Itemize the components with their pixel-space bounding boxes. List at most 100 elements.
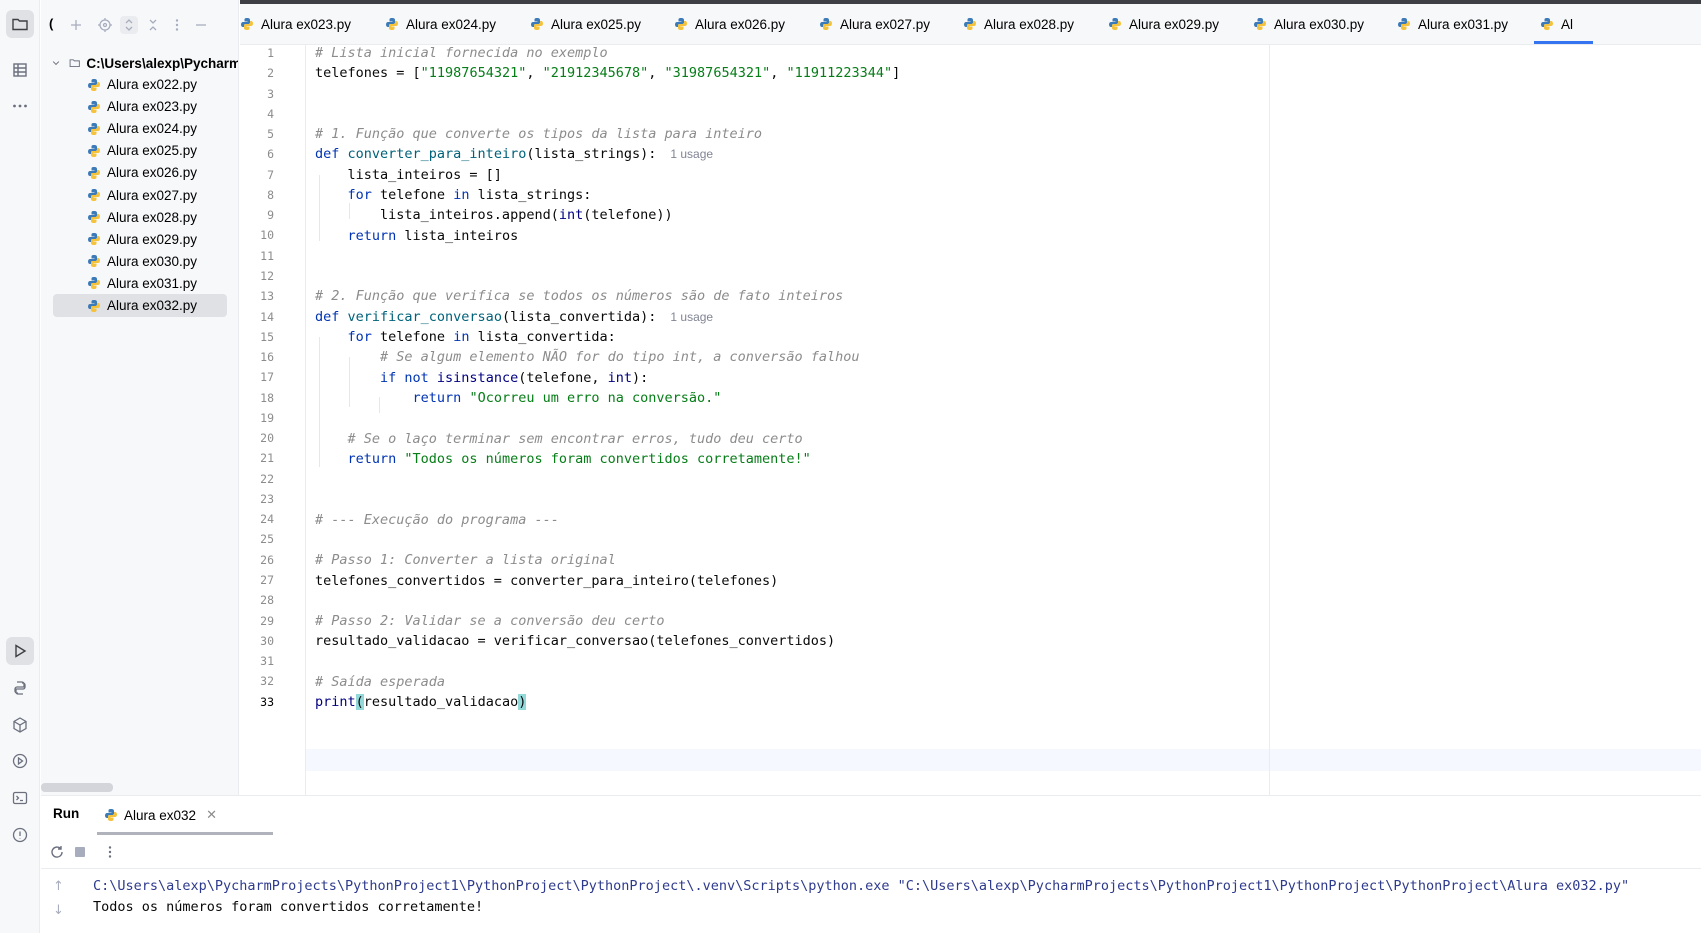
line-number: 30	[260, 633, 274, 648]
chevron-down-icon[interactable]	[51, 56, 61, 70]
line-number: 31	[260, 654, 274, 669]
code-line-29: # Passo 2: Validar se a conversão deu ce…	[315, 613, 665, 629]
editor-tab[interactable]: Alura ex026.py	[674, 4, 785, 44]
code-token: "11911223344"	[786, 65, 893, 81]
python-packages-icon[interactable]	[6, 711, 34, 739]
code-line-15: for telefone in lista_convertida:	[315, 326, 616, 348]
terminal-icon[interactable]	[6, 784, 34, 812]
line-number: 12	[260, 268, 274, 283]
usage-hint[interactable]: 1 usage	[670, 310, 713, 324]
code-token: print	[315, 694, 356, 710]
python-file-icon	[88, 255, 100, 268]
matched-bracket: (	[355, 694, 364, 710]
locate-icon[interactable]	[96, 16, 114, 34]
code-line-14: def verificar_conversao(lista_convertida…	[315, 306, 713, 328]
code-token: if not	[315, 370, 437, 386]
code-token: lista_inteiros.append(	[315, 207, 559, 223]
more-tools-icon[interactable]	[6, 92, 34, 120]
code-line-6: def converter_para_inteiro(lista_strings…	[315, 143, 713, 165]
editor-tab[interactable]: Alura ex029.py	[1108, 4, 1219, 44]
code-token: in	[453, 187, 478, 203]
project-file-item[interactable]: Alura ex025.py	[53, 139, 227, 162]
add-icon[interactable]	[67, 16, 85, 34]
code-token: telefones	[315, 65, 389, 81]
code-token: converter_para_inteiro	[347, 146, 527, 162]
project-file-item[interactable]: Alura ex029.py	[53, 228, 227, 251]
line-number: 5	[267, 127, 274, 142]
line-number: 26	[260, 552, 274, 567]
code-editor[interactable]: 1 2 3 4 5 6 7 8 9 10 11 12 13 14 15 16 17 18 19 20 21 22 23 24 2…	[240, 45, 1701, 795]
code-token: return	[315, 228, 405, 244]
run-tool-icon[interactable]	[6, 637, 34, 665]
code-token: def	[315, 309, 348, 325]
python-file-icon	[1398, 18, 1410, 30]
close-icon[interactable]: ✕	[206, 807, 217, 823]
line-number: 21	[260, 451, 274, 466]
editor-tab[interactable]: Alura ex023.py	[240, 4, 351, 44]
project-file-item[interactable]: Alura ex023.py	[53, 95, 227, 118]
editor-tab[interactable]: Alura ex027.py	[819, 4, 930, 44]
expand-collapse-icon[interactable]	[120, 16, 138, 34]
editor-tab-label: Alura ex030.py	[1274, 16, 1365, 32]
line-number: 28	[260, 593, 274, 608]
python-file-icon	[88, 100, 100, 113]
options-kebab-icon[interactable]	[168, 16, 186, 34]
project-file-item[interactable]: Alura ex028.py	[53, 206, 227, 229]
python-file-icon	[88, 144, 100, 157]
problems-icon[interactable]	[6, 821, 34, 849]
editor-tab[interactable]: Alura ex031.py	[1397, 4, 1508, 44]
editor-tab-label: Alura ex028.py	[984, 16, 1075, 32]
rerun-icon[interactable]	[49, 844, 65, 860]
editor-tab[interactable]: Alura ex025.py	[530, 4, 641, 44]
usage-hint[interactable]: 1 usage	[670, 147, 713, 161]
structure-icon[interactable]	[6, 56, 34, 84]
python-file-icon	[964, 18, 976, 30]
project-file-label: Alura ex031.py	[107, 275, 198, 291]
project-folder-icon[interactable]	[6, 10, 34, 38]
scroll-down-icon[interactable]: ↓	[53, 903, 64, 918]
python-file-icon	[88, 166, 100, 179]
project-file-item[interactable]: Alura ex024.py	[53, 117, 227, 140]
project-panel-header: (	[41, 8, 238, 42]
stop-icon[interactable]	[72, 844, 88, 860]
python-file-icon	[88, 122, 100, 135]
project-file-item[interactable]: Alura ex032.py	[53, 294, 227, 317]
code-line-20: # Se o laço terminar sem encontrar erros…	[315, 431, 803, 447]
code-line-30: resultado_validacao = verificar_conversa…	[315, 633, 836, 649]
run-console[interactable]: ↑ ↓ C:\Users\alexp\PycharmProjects\Pytho…	[41, 868, 1701, 933]
services-icon[interactable]	[6, 747, 34, 775]
code-line-16: # Se algum elemento NÃO for do tipo int,…	[315, 349, 860, 365]
project-panel-title[interactable]: (	[49, 16, 53, 31]
run-panel: Run Alura ex032 ✕ ↑ ↓ C:\Users\alexp\Pyc…	[41, 795, 1701, 933]
project-file-label: Alura ex022.py	[107, 77, 198, 92]
code-line-27: telefones_convertidos = converter_para_i…	[315, 573, 779, 589]
project-root-node[interactable]: C:\Users\alexp\Pycharm	[51, 52, 238, 74]
project-file-label: Alura ex025.py	[107, 143, 198, 159]
line-number: 1	[267, 46, 274, 60]
project-file-label: Alura ex030.py	[107, 253, 198, 269]
project-file-item[interactable]: Alura ex027.py	[53, 184, 227, 207]
code-token: (telefone,	[518, 370, 608, 386]
editor-tab[interactable]: Alura ex030.py	[1253, 4, 1364, 44]
code-token: lista_inteiros	[404, 228, 519, 244]
project-file-item[interactable]: Alura ex031.py	[53, 272, 227, 295]
python-console-icon[interactable]	[6, 674, 34, 702]
editor-tab[interactable]: Alura ex028.py	[963, 4, 1074, 44]
project-file-item[interactable]: Alura ex026.py	[53, 161, 227, 184]
project-file-item[interactable]: Alura ex030.py	[53, 250, 227, 273]
collapse-all-icon[interactable]	[144, 16, 162, 34]
run-options-kebab-icon[interactable]	[102, 844, 118, 860]
scroll-up-icon[interactable]: ↑	[53, 879, 64, 894]
project-horizontal-scrollbar[interactable]	[41, 783, 113, 792]
editor-tab[interactable]: Al	[1533, 4, 1594, 44]
editor-tab[interactable]: Alura ex024.py	[385, 4, 496, 44]
code-token: (lista_strings):	[526, 146, 657, 162]
run-config-tab[interactable]: Alura ex032 ✕	[104, 805, 217, 825]
project-file-item[interactable]: Alura ex022.py	[53, 73, 227, 96]
code-token: for	[315, 329, 381, 345]
code-line-7: lista_inteiros = []	[315, 167, 502, 183]
hide-panel-icon[interactable]	[192, 16, 210, 34]
code-line-33: print(resultado_validacao)	[315, 691, 527, 713]
line-number: 17	[260, 370, 274, 385]
project-file-label: Alura ex027.py	[107, 187, 198, 203]
